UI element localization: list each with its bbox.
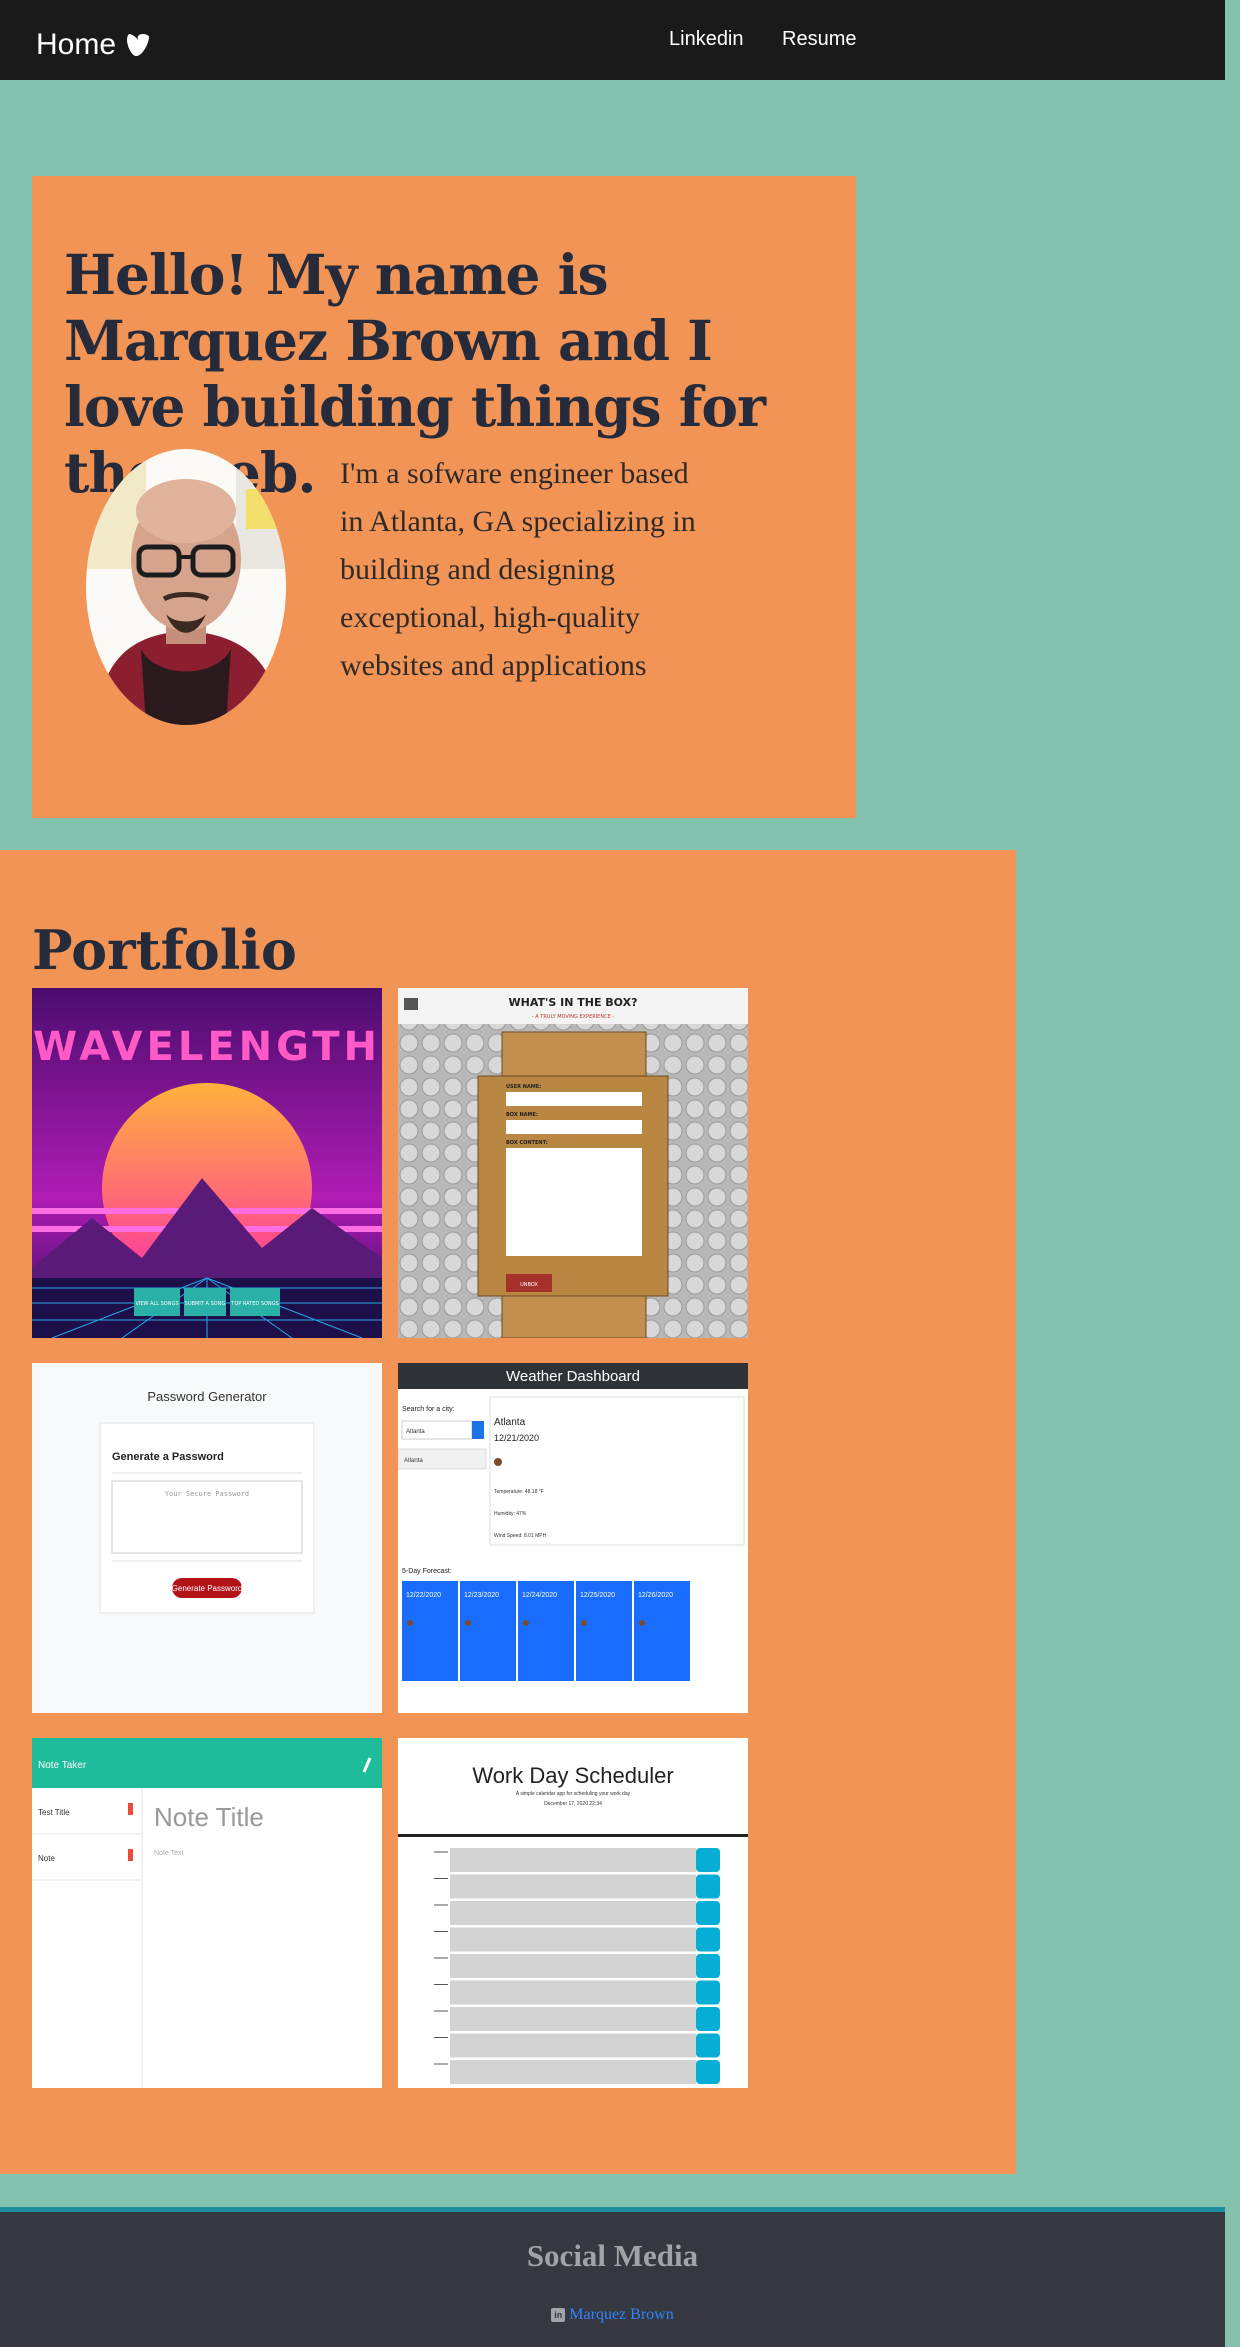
schedule-save-button xyxy=(696,1901,720,1925)
page-scrollbar[interactable] xyxy=(1225,0,1240,2347)
schedule-row xyxy=(450,1874,696,1899)
svg-text:Atlanta: Atlanta xyxy=(406,1429,425,1435)
svg-text:UNBOX: UNBOX xyxy=(520,1282,538,1288)
svg-text:Test Title: Test Title xyxy=(38,1808,70,1817)
schedule-save-button xyxy=(696,1980,720,2005)
hero-section: Hello! My name is Marquez Brown and I lo… xyxy=(32,176,856,818)
schedule-save-button xyxy=(696,2007,720,2031)
schedule-row xyxy=(450,2033,696,2058)
svg-text:VIEW ALL SONGS: VIEW ALL SONGS xyxy=(135,1301,178,1307)
portfolio-section: Portfolio WAVELENGTH VIEW ALL SONGS SUBM… xyxy=(0,850,1016,2174)
avatar xyxy=(86,449,286,725)
svg-text:December 17, 2020 22:34: December 17, 2020 22:34 xyxy=(544,1801,602,1807)
project-thumbnail-weather-dashboard[interactable]: Weather Dashboard Search for a city: Atl… xyxy=(398,1363,748,1713)
schedule-row xyxy=(450,1954,696,1978)
project-thumbnail-whats-in-the-box[interactable]: WHAT'S IN THE BOX? - A TRULY MOVING EXPE… xyxy=(398,988,748,1338)
project-thumbnail-note-taker[interactable]: Note Taker Test Title Note Note Title No… xyxy=(32,1738,382,2088)
svg-text:Note Taker: Note Taker xyxy=(38,1760,87,1771)
schedule-save-button xyxy=(696,1848,720,1872)
svg-text:5-Day Forecast:: 5-Day Forecast: xyxy=(402,1568,452,1575)
project-thumbnail-password-generator[interactable]: Password Generator Generate a Password Y… xyxy=(32,1363,382,1713)
svg-text:SUBMIT A SONG: SUBMIT A SONG xyxy=(185,1301,226,1307)
svg-text:12/21/2020: 12/21/2020 xyxy=(494,1433,539,1443)
svg-text:Note Text: Note Text xyxy=(154,1850,183,1857)
schedule-row xyxy=(450,1927,696,1952)
linkedin-profile-link[interactable]: Marquez Brown xyxy=(569,2306,673,2324)
svg-text:Generate Password: Generate Password xyxy=(172,1584,243,1593)
footer-social-link: in Marquez Brown xyxy=(0,2306,1225,2324)
svg-text:Password Generator: Password Generator xyxy=(147,1389,267,1404)
schedule-save-button xyxy=(696,2033,720,2058)
schedule-row xyxy=(450,1848,696,1872)
svg-text:Generate a Password: Generate a Password xyxy=(112,1451,224,1463)
nav-resume-link[interactable]: Resume xyxy=(782,28,856,51)
svg-text:A simple calendar app for sche: A simple calendar app for scheduling you… xyxy=(516,1791,631,1797)
svg-text:Search for a city:: Search for a city: xyxy=(402,1406,455,1413)
svg-text:Humidity: 47%: Humidity: 47% xyxy=(494,1511,527,1517)
hero-bio: I'm a sofware engineer based in Atlanta,… xyxy=(340,457,696,682)
schedule-row xyxy=(450,2007,696,2031)
svg-text:12/23/2020: 12/23/2020 xyxy=(464,1592,499,1599)
wavelength-logo-text: WAVELENGTH xyxy=(33,1024,381,1070)
svg-text:12/24/2020: 12/24/2020 xyxy=(522,1592,557,1599)
portfolio-title: Portfolio xyxy=(32,918,297,982)
svg-text:Wind Speed: 8.01 MPH: Wind Speed: 8.01 MPH xyxy=(494,1533,547,1539)
svg-text:Note: Note xyxy=(38,1854,55,1863)
navbar: Home Linkedin Resume xyxy=(0,0,1225,80)
svg-text:Your Secure Password: Your Secure Password xyxy=(165,1490,249,1498)
svg-text:WHAT'S IN THE BOX?: WHAT'S IN THE BOX? xyxy=(508,996,637,1009)
svg-text:Weather Dashboard: Weather Dashboard xyxy=(506,1368,640,1385)
typo3-logo-icon xyxy=(127,34,150,57)
svg-text:USER NAME:: USER NAME: xyxy=(506,1084,541,1090)
home-label: Home xyxy=(36,28,117,61)
schedule-save-button xyxy=(696,2060,720,2084)
svg-text:12/26/2020: 12/26/2020 xyxy=(638,1592,673,1599)
svg-text:BOX NAME:: BOX NAME: xyxy=(506,1112,538,1118)
project-thumbnail-wavelength[interactable]: WAVELENGTH VIEW ALL SONGS SUBMIT A SONG … xyxy=(32,988,382,1338)
schedule-row xyxy=(450,2060,696,2084)
schedule-row xyxy=(450,1980,696,2005)
svg-text:Temperature: 48.18 °F: Temperature: 48.18 °F xyxy=(494,1489,544,1495)
svg-text:- A TRULY MOVING EXPERIENCE -: - A TRULY MOVING EXPERIENCE - xyxy=(532,1014,614,1020)
schedule-save-button xyxy=(696,1927,720,1952)
schedule-save-button xyxy=(696,1954,720,1978)
svg-text:Atlanta: Atlanta xyxy=(404,1458,423,1464)
svg-text:Note Title: Note Title xyxy=(154,1802,264,1832)
schedule-save-button xyxy=(696,1874,720,1899)
footer-title: Social Media xyxy=(526,2238,699,2273)
svg-text:TOP RATED SONGS: TOP RATED SONGS xyxy=(230,1301,278,1307)
svg-text:12/22/2020: 12/22/2020 xyxy=(406,1592,441,1599)
svg-text:Work Day Scheduler: Work Day Scheduler xyxy=(472,1763,673,1788)
footer: Social Media in Marquez Brown xyxy=(0,2212,1225,2347)
svg-text:BOX CONTENT:: BOX CONTENT: xyxy=(506,1140,548,1146)
svg-text:12/25/2020: 12/25/2020 xyxy=(580,1592,615,1599)
nav-linkedin-link[interactable]: Linkedin xyxy=(669,28,744,51)
home-link[interactable]: Home xyxy=(36,28,150,62)
svg-text:Atlanta: Atlanta xyxy=(494,1417,526,1428)
project-thumbnail-work-day-scheduler[interactable]: Work Day Scheduler A simple calendar app… xyxy=(398,1738,748,2088)
schedule-row xyxy=(450,1901,696,1925)
linkedin-icon: in xyxy=(551,2308,566,2322)
